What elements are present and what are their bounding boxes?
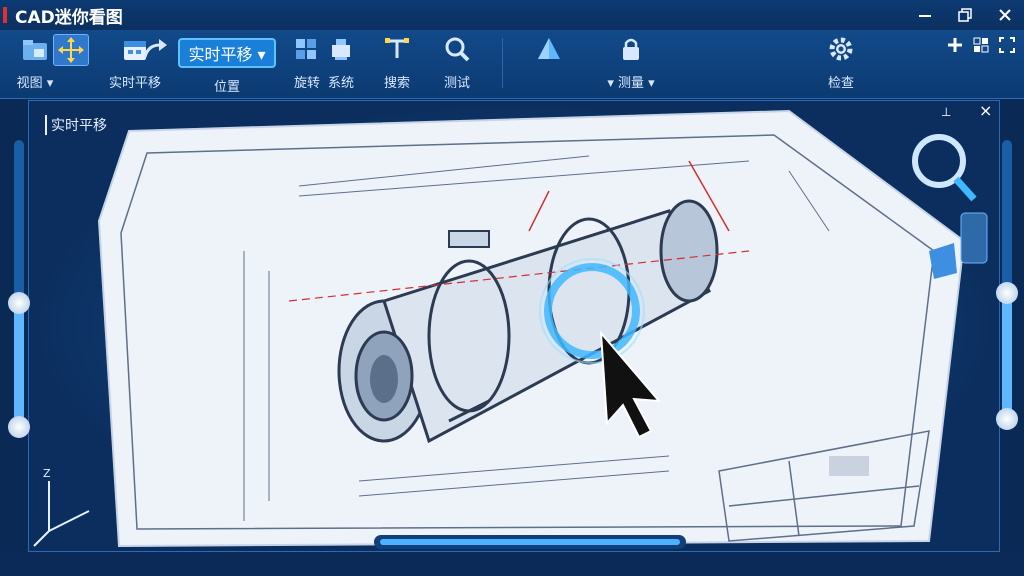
realtime-pan-label: 实时平移	[108, 76, 161, 91]
left-slider-knob[interactable]	[8, 292, 30, 314]
minimize-icon	[919, 15, 931, 17]
shape-icon	[532, 34, 566, 64]
status-bar	[0, 552, 1024, 576]
left-zoom-slider[interactable]	[8, 140, 30, 438]
drawing-scene: Z × ⊥	[33, 101, 992, 548]
canvas-caption: 实时平移	[45, 115, 107, 135]
window-controls	[914, 4, 1016, 26]
left-slider-bottom-knob[interactable]	[8, 416, 30, 438]
ribbon-toolbar: 视图 ▾ 实时平移 实时平移 ▾ 位置 旋转 系统 搜索 测试 ▾ 测量 ▾ 检…	[0, 30, 1024, 99]
text-tool-icon	[380, 34, 414, 64]
measure-label: ▾ 测量 ▾	[607, 76, 655, 91]
pan-arrows-tool[interactable]	[36, 34, 106, 66]
plotter-icon	[324, 34, 358, 64]
mode-select[interactable]: 实时平移 ▾	[178, 38, 276, 68]
drawer-button[interactable]	[998, 36, 1016, 58]
position-tool[interactable]: 位置	[192, 68, 262, 95]
close-button[interactable]	[994, 4, 1016, 26]
right-slider-knob[interactable]	[996, 282, 1018, 304]
search-label: 搜索	[383, 76, 410, 91]
lock-icon	[614, 34, 648, 64]
magnifier-widget	[912, 134, 977, 202]
right-slider-bottom-knob[interactable]	[996, 408, 1018, 430]
pin-icon: ⊥	[941, 105, 951, 119]
maximize-button[interactable]	[954, 4, 976, 26]
inspect-label: 测试	[443, 76, 470, 91]
view-cube	[960, 212, 988, 264]
view-tool-label: 视图 ▾	[16, 76, 54, 91]
window-title: CAD迷你看图	[15, 7, 123, 28]
horizontal-scrollbar[interactable]	[374, 535, 686, 549]
magnifier-icon	[440, 34, 474, 64]
redo-arrow-icon	[138, 34, 172, 64]
canvas-close-icon: ×	[979, 101, 992, 120]
system-label: 系统	[327, 76, 354, 91]
model-tool[interactable]	[514, 34, 584, 64]
grid-icon	[973, 37, 989, 53]
plus-icon	[948, 38, 962, 52]
close-icon	[999, 9, 1011, 21]
drawing-canvas[interactable]: Z × ⊥ 实时平移	[28, 100, 1000, 552]
move-arrows-icon	[53, 34, 89, 66]
axis-gizmo	[33, 481, 90, 547]
scroll-thumb[interactable]	[380, 539, 680, 545]
add-button[interactable]	[946, 36, 964, 58]
gear-icon	[824, 34, 858, 64]
toolbar-separator	[502, 38, 503, 88]
settings-label: 检查	[827, 76, 854, 91]
settings-tool[interactable]: 检查	[806, 34, 876, 91]
title-bar: CAD迷你看图	[0, 0, 1024, 30]
inspect-tool[interactable]: 测试	[422, 34, 492, 91]
axis-z-label: Z	[43, 467, 51, 480]
minimize-button[interactable]	[914, 4, 936, 26]
app-logo	[3, 7, 7, 23]
expand-icon	[999, 37, 1015, 53]
position-label: 位置	[213, 80, 240, 95]
grid-button[interactable]	[972, 36, 990, 58]
restore-icon	[958, 8, 972, 22]
measure-tool[interactable]: ▾ 测量 ▾	[596, 34, 666, 91]
right-zoom-slider[interactable]	[996, 140, 1018, 430]
